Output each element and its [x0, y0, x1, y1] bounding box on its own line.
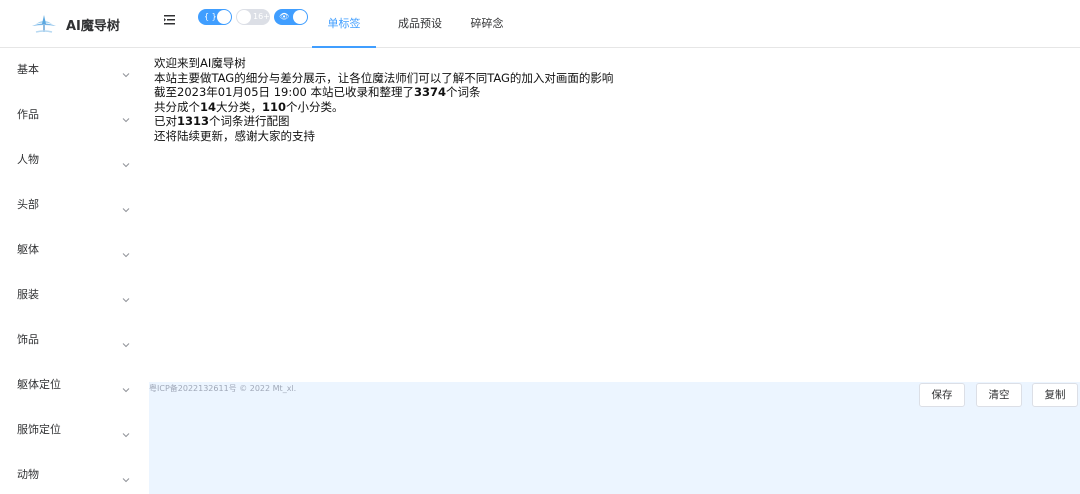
sidebar-item-body-position[interactable]: 躯体定位	[0, 369, 142, 399]
intro-text: 个词条	[446, 85, 481, 99]
copy-button[interactable]: 复制	[1032, 383, 1078, 407]
sidebar-item-works[interactable]: 作品	[0, 99, 142, 129]
chevron-down-icon	[122, 289, 130, 303]
toggle-label: 16+	[253, 12, 270, 21]
chevron-down-icon	[122, 379, 130, 393]
toggle-knob	[217, 10, 231, 24]
illustrated-count: 1313	[177, 114, 210, 128]
intro-line: 已对1313个词条进行配图	[154, 114, 613, 129]
preview-toggle[interactable]: 👁	[274, 9, 308, 25]
toggle-knob	[293, 10, 307, 24]
sidebar-item-animals[interactable]: 动物	[0, 459, 142, 489]
sidebar-item-label: 作品	[17, 108, 39, 121]
chevron-down-icon	[122, 64, 130, 78]
tab-single-tag[interactable]: 单标签	[312, 0, 376, 48]
intro-line: 欢迎来到AI魔导树	[154, 56, 246, 70]
category-sidebar: 基本 作品 人物 头部 躯体 服装 饰品 躯体定位 服饰定位 动物	[0, 48, 142, 494]
tree-logo-icon	[30, 12, 58, 36]
sidebar-item-basic[interactable]: 基本	[0, 54, 142, 84]
sidebar-item-accessories[interactable]: 饰品	[0, 324, 142, 354]
intro-text: 个小分类。	[286, 99, 344, 114]
intro-line: 还将陆续更新，感谢大家的支持	[154, 128, 315, 143]
intro-text: 截至2023年01月05日 19:00 本站已收录和整理了	[154, 85, 414, 99]
intro-text: 已对	[154, 114, 177, 128]
entry-count: 3374	[413, 85, 446, 99]
sidebar-item-label: 躯体定位	[17, 378, 61, 391]
sidebar-item-label: 饰品	[17, 333, 39, 346]
sidebar-item-label: 服饰定位	[17, 423, 61, 436]
top-bar: AI魔导树 { } 16+ 👁 单标签 成品预设 碎碎念	[0, 0, 1080, 48]
code-mode-toggle[interactable]: { }	[198, 9, 232, 25]
sidebar-item-label: 服装	[17, 288, 39, 301]
intro-text: 大分类，	[216, 99, 263, 114]
eye-icon: 👁	[279, 12, 290, 21]
sidebar-item-head[interactable]: 头部	[0, 189, 142, 219]
chevron-down-icon	[122, 469, 130, 483]
sidebar-item-label: 躯体	[17, 243, 39, 256]
intro-text: 个词条进行配图	[209, 114, 290, 128]
sidebar-item-label: 动物	[17, 468, 39, 481]
sidebar-item-label: 人物	[17, 153, 39, 166]
app-logo[interactable]: AI魔导树	[30, 8, 120, 40]
tab-label: 单标签	[327, 17, 361, 30]
sidebar-item-label: 基本	[17, 63, 39, 76]
intro-text: 共分成个	[154, 99, 200, 114]
toggle-knob	[237, 10, 251, 24]
sidebar-item-label: 头部	[17, 198, 39, 211]
tab-label: 碎碎念	[470, 17, 504, 30]
tab-presets[interactable]: 成品预设	[390, 0, 450, 48]
intro-line: 本站主要做TAG的细分与差分展示，让各位魔法师们可以了解不同TAG的加入对画面的…	[154, 70, 614, 85]
sidebar-item-body[interactable]: 躯体	[0, 234, 142, 264]
icp-footer: 粤ICP备2022132611号 © 2022 Mt_xl.	[149, 384, 297, 393]
app-title: AI魔导树	[66, 18, 120, 34]
sidebar-item-clothing-position[interactable]: 服饰定位	[0, 414, 142, 444]
sidebar-item-clothing[interactable]: 服装	[0, 279, 142, 309]
chevron-down-icon	[122, 334, 130, 348]
chevron-down-icon	[122, 154, 130, 168]
collapse-menu-icon[interactable]	[162, 12, 178, 28]
sidebar-item-character[interactable]: 人物	[0, 144, 142, 174]
major-category-count: 14	[200, 99, 217, 114]
save-button[interactable]: 保存	[919, 383, 965, 407]
minor-category-count: 110	[262, 99, 287, 114]
chevron-down-icon	[122, 244, 130, 258]
intro-line: 共分成个14大分类，110个小分类。	[154, 100, 613, 115]
tab-label: 成品预设	[398, 17, 442, 30]
chevron-down-icon	[122, 424, 130, 438]
intro-line: 截至2023年01月05日 19:00 本站已收录和整理了3374个词条	[154, 85, 613, 100]
toggle-label: { }	[204, 12, 217, 21]
tab-notes[interactable]: 碎碎念	[462, 0, 512, 48]
nsfw-toggle[interactable]: 16+	[236, 9, 270, 25]
clear-button[interactable]: 清空	[976, 383, 1022, 407]
chevron-down-icon	[122, 199, 130, 213]
welcome-message: 欢迎来到AI魔导树 本站主要做TAG的细分与差分展示，让各位魔法师们可以了解不同…	[154, 56, 613, 143]
chevron-down-icon	[122, 109, 130, 123]
